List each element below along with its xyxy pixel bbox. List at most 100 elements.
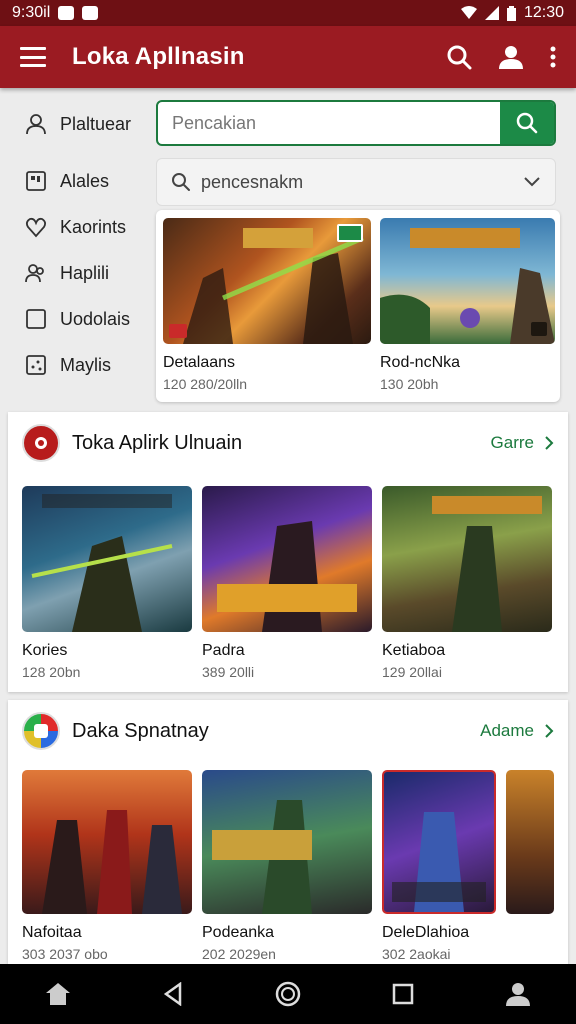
chevron-right-icon <box>545 436 554 450</box>
game-name: Nafoitaa <box>22 924 82 941</box>
section-title: Daka Spnatnay <box>72 719 209 742</box>
heart-icon <box>25 217 47 238</box>
game-name: Rod-ncNka <box>380 354 461 371</box>
home-circle-button[interactable] <box>258 964 318 1024</box>
filter-dropdown[interactable]: pencesnakm <box>156 158 556 206</box>
more-vert-icon[interactable] <box>550 46 556 68</box>
sidebar-item-label: Kaorints <box>60 216 127 237</box>
game-name: Padra <box>202 642 245 659</box>
wifi-icon <box>460 6 477 19</box>
game-tile[interactable]: Nafoitaa 303 2037 obo <box>22 770 192 962</box>
game-meta: 303 2037 obo <box>22 946 108 962</box>
featured-card: Detalaans 120 280/20lln Rod-ncNka 130 20… <box>156 210 560 402</box>
search-input[interactable] <box>158 102 500 144</box>
notification-icon <box>58 6 75 20</box>
home-nav-button[interactable] <box>28 964 88 1024</box>
sidebar-item-alales[interactable]: Alales <box>8 158 148 204</box>
menu-icon[interactable] <box>20 47 46 67</box>
recents-nav-button[interactable] <box>373 964 433 1024</box>
sidebar-item-plaltuear[interactable]: Plaltuear <box>8 96 148 152</box>
game-meta: 120 280/20lln <box>163 376 248 392</box>
game-thumbnail <box>380 218 555 344</box>
signal-icon <box>484 6 499 20</box>
search-icon <box>516 112 538 134</box>
group-icon <box>25 264 44 283</box>
section-toka-aplirk: Toka Aplirk Ulnuain Garre Kories 128 20b… <box>8 412 568 692</box>
game-name: Detalaans <box>163 354 236 371</box>
game-thumbnail <box>163 218 371 344</box>
back-triangle-icon <box>163 982 182 1006</box>
game-meta: 130 20bh <box>380 376 439 392</box>
search-bar <box>156 100 556 146</box>
app-bar: Loka Apllnasin <box>0 26 576 88</box>
account-icon[interactable] <box>498 44 524 70</box>
game-meta: 389 20lli <box>202 664 255 680</box>
game-meta: 129 20llai <box>382 664 442 680</box>
game-meta: 128 20bn <box>22 664 81 680</box>
game-thumbnail <box>22 770 192 914</box>
sidebar: Plaltuear Alales Kaorints Haplili Uodola… <box>8 96 148 388</box>
island-art <box>380 228 555 344</box>
home-icon <box>45 983 70 1005</box>
sidebar-item-label: Uodolais <box>60 308 131 329</box>
status-time-left: 9:30il <box>12 4 51 21</box>
video-icon <box>169 324 187 338</box>
section-logo <box>22 424 60 462</box>
section-title: Toka Aplirk Ulnuain <box>72 431 243 454</box>
message-icon <box>82 6 99 20</box>
status-bar: 9:30il 12:30 <box>0 0 576 26</box>
game-tile[interactable]: DeleDlahioa 302 2aokai <box>382 770 496 962</box>
game-name: Kories <box>22 642 68 659</box>
game-thumbnail <box>22 486 192 632</box>
section-link-label: Garre <box>490 433 534 452</box>
dropdown-value: pencesnakm <box>201 171 304 192</box>
chevron-right-icon <box>545 724 554 738</box>
account-icon <box>506 983 531 1006</box>
chevron-down-icon <box>524 177 540 187</box>
section-more-link[interactable]: Garre <box>491 433 554 453</box>
game-thumbnail <box>382 770 496 914</box>
game-tile[interactable]: Kories 128 20bn <box>22 486 192 680</box>
battery-icon <box>506 5 516 21</box>
section-more-link[interactable]: Adame <box>480 721 554 741</box>
game-name: DeleDlahioa <box>382 924 470 941</box>
section-logo <box>22 712 60 750</box>
sidebar-item-label: Plaltuear <box>60 113 132 134</box>
sidebar-item-label: Alales <box>60 170 110 191</box>
sidebar-item-uodolais[interactable]: Uodolais <box>8 296 148 342</box>
game-tile-partial[interactable] <box>506 770 554 962</box>
game-name: Ketiaboa <box>382 642 446 659</box>
search-icon[interactable] <box>446 44 472 70</box>
search-button[interactable] <box>500 102 554 144</box>
square-icon <box>26 309 46 329</box>
sidebar-item-kaorints[interactable]: Kaorints <box>8 204 148 250</box>
game-thumbnail <box>202 770 372 914</box>
search-icon <box>172 173 190 191</box>
featured-tile[interactable]: Detalaans 120 280/20lln <box>163 218 371 392</box>
game-tile[interactable]: Padra 389 20lli <box>202 486 372 680</box>
home-circle-icon <box>275 981 301 1007</box>
game-name: Podeanka <box>202 924 275 941</box>
game-meta: 302 2aokai <box>382 946 451 962</box>
sidebar-item-label: Haplili <box>60 262 110 283</box>
back-nav-button[interactable] <box>143 964 203 1024</box>
sidebar-item-label: Maylis <box>60 354 112 375</box>
profile-nav-button[interactable] <box>488 964 548 1024</box>
sidebar-item-maylis[interactable]: Maylis <box>8 342 148 388</box>
app-title: Loka Apllnasin <box>72 43 245 70</box>
expand-icon <box>531 322 547 336</box>
status-time-right: 12:30 <box>523 4 564 21</box>
game-meta: 202 2029en <box>202 946 276 962</box>
game-tile[interactable]: Ketiaboa 129 20llai <box>382 486 552 680</box>
bottom-navigation <box>0 964 576 1024</box>
badge-icon <box>337 224 363 242</box>
user-icon <box>26 114 46 135</box>
featured-tile[interactable]: Rod-ncNka 130 20bh <box>380 218 555 392</box>
recents-square-icon <box>392 983 414 1005</box>
game-thumbnail <box>382 486 552 632</box>
game-tile[interactable]: Podeanka 202 2029en <box>202 770 372 962</box>
scatter-icon <box>26 355 46 375</box>
section-link-label: Adame <box>480 721 534 740</box>
sidebar-item-haplili[interactable]: Haplili <box>8 250 148 296</box>
grid-icon <box>26 171 46 191</box>
